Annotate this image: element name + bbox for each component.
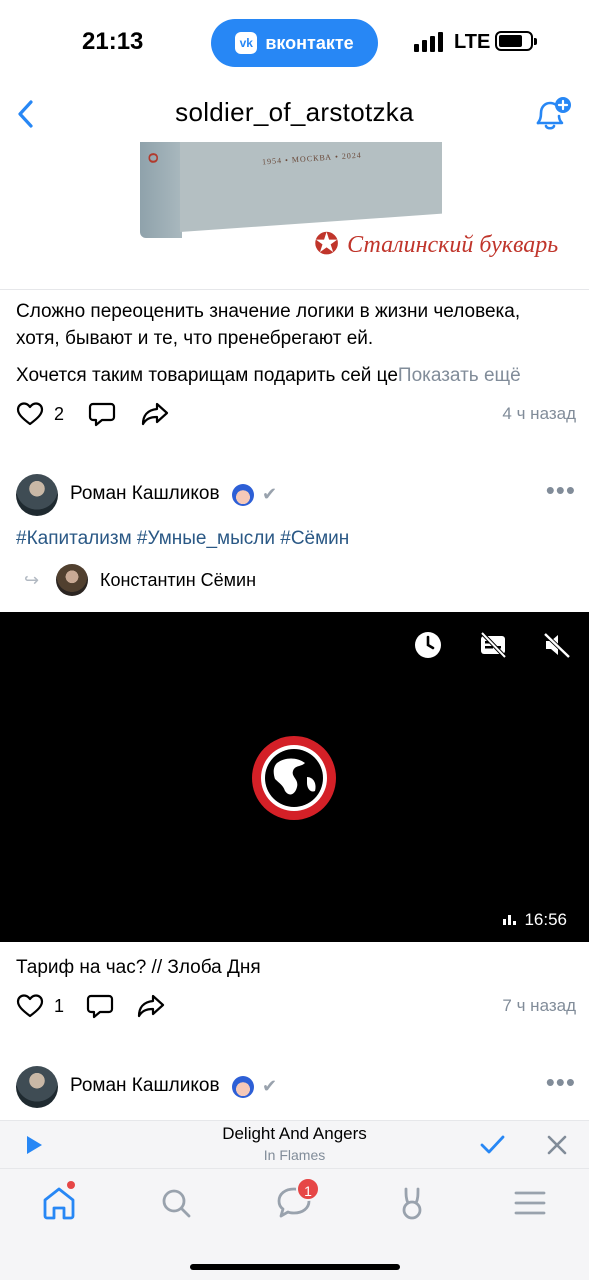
post-text-line: хотя, бывают и те, что пренебрегают ей. (16, 328, 374, 349)
app-return-pill[interactable]: vk вконтакте (211, 19, 378, 67)
subscribe-notifications-button[interactable] (530, 94, 572, 134)
tab-search[interactable] (156, 1183, 196, 1223)
divider (0, 289, 589, 290)
post-text-line: Сложно переоценить значение логики в жиз… (16, 301, 521, 322)
video-duration: 16:56 (503, 910, 567, 930)
globe-logo-icon (252, 736, 336, 820)
vk-logo-icon: vk (235, 32, 258, 54)
clock-icon[interactable] (413, 630, 443, 660)
app-return-label: вконтакте (265, 32, 354, 53)
tab-home[interactable] (39, 1181, 79, 1223)
like-button[interactable]: 1 (16, 992, 64, 1020)
share-button[interactable] (136, 992, 166, 1020)
post-text-line: Хочется таким товарищам подарить сей це (16, 365, 398, 386)
bunny-ears-icon (402, 1187, 422, 1220)
hashtag-link[interactable]: #Капитализм (16, 528, 132, 549)
comment-button[interactable] (88, 400, 116, 428)
mini-player[interactable]: Delight And Angers In Flames (0, 1120, 589, 1168)
status-time: 21:13 (82, 28, 144, 55)
post-time: 4 ч назад (502, 404, 576, 423)
book-brand-text: Сталинский букварь (347, 231, 559, 258)
checkmark-icon: ✔ (262, 484, 278, 504)
red-star-icon: ✪ (314, 228, 340, 261)
more-options-button[interactable]: ••• (546, 1069, 576, 1095)
battery-icon (495, 31, 537, 51)
video-player[interactable]: 16:56 (0, 612, 589, 942)
subtitles-off-icon[interactable] (478, 630, 508, 660)
repost-avatar (56, 564, 88, 596)
book-spine-text: O (145, 152, 162, 164)
like-count: 2 (54, 403, 65, 424)
menu-icon (514, 1191, 546, 1215)
comment-icon (86, 994, 114, 1019)
post-separator (0, 452, 589, 460)
added-check-icon[interactable] (478, 1131, 506, 1159)
checkmark-icon: ✔ (262, 1076, 278, 1096)
close-icon[interactable] (545, 1133, 569, 1157)
comment-icon (88, 402, 116, 427)
repost-author-name: Константин Сёмин (100, 570, 257, 590)
share-button[interactable] (140, 400, 170, 428)
like-button[interactable]: 2 (16, 400, 64, 428)
home-indicator (190, 1264, 400, 1270)
status-bar: 21:13 vk вконтакте LTE (0, 0, 589, 86)
messages-badge: 1 (296, 1177, 320, 1201)
repost-source[interactable]: ↪ Константин Сёмин (24, 564, 424, 596)
tab-menu[interactable] (510, 1183, 550, 1223)
home-icon (43, 1187, 75, 1220)
avatar[interactable] (16, 474, 58, 516)
page-title: soldier_of_arstotzka (175, 97, 414, 127)
emoji-badge-icon (232, 484, 254, 506)
video-duration-text: 16:56 (524, 910, 567, 929)
avatar[interactable] (16, 1066, 58, 1108)
post-author-row: Роман Кашликов ✔ ••• (16, 474, 576, 516)
post-actions: 1 7 ч назад (16, 992, 576, 1022)
bell-plus-icon (536, 97, 571, 130)
tab-clips[interactable] (392, 1183, 432, 1223)
quality-bars-icon (503, 915, 517, 925)
comment-button[interactable] (86, 992, 114, 1020)
hashtags: #Капитализм #Умные_мысли #Сёмин (16, 528, 349, 550)
heart-icon (16, 994, 44, 1018)
post-text-line-truncated: Хочется таким товарищам подарить сей цеП… (16, 362, 576, 389)
book-brand: ✪ Сталинский букварь (314, 230, 558, 260)
author-name[interactable]: Роман Кашликов (70, 483, 220, 505)
emoji-badge-icon (232, 1076, 254, 1098)
repost-arrow-icon: ↪ (24, 570, 40, 590)
hashtag-link[interactable]: #Сёмин (280, 528, 349, 549)
mute-icon[interactable] (542, 630, 572, 660)
heart-icon (16, 402, 44, 426)
post-actions: 2 4 ч назад (16, 400, 576, 430)
hashtag-link[interactable]: #Умные_мысли (137, 528, 275, 549)
show-more-link[interactable]: Показать ещё (398, 365, 521, 386)
post-image-book[interactable]: O 1954 • МОСКВА • 2024 ✪ Сталинский букв… (0, 142, 589, 290)
video-caption: Тариф на час? // Злоба Дня (16, 957, 261, 978)
more-options-button[interactable]: ••• (546, 477, 576, 503)
share-icon (141, 402, 169, 426)
author-name[interactable]: Роман Кашликов (70, 1075, 220, 1097)
notification-dot (67, 1181, 75, 1189)
nav-header: soldier_of_arstotzka (0, 86, 589, 142)
share-icon (137, 994, 165, 1018)
signal-strength-icon (414, 32, 443, 52)
post-author-row: Роман Кашликов ✔ ••• (16, 1066, 576, 1108)
search-icon (162, 1189, 191, 1218)
like-count: 1 (54, 995, 65, 1016)
tab-messages[interactable]: 1 (274, 1177, 320, 1223)
post-time: 7 ч назад (502, 996, 576, 1015)
network-type: LTE (454, 31, 491, 53)
post-text: Сложно переоценить значение логики в жиз… (16, 298, 576, 389)
